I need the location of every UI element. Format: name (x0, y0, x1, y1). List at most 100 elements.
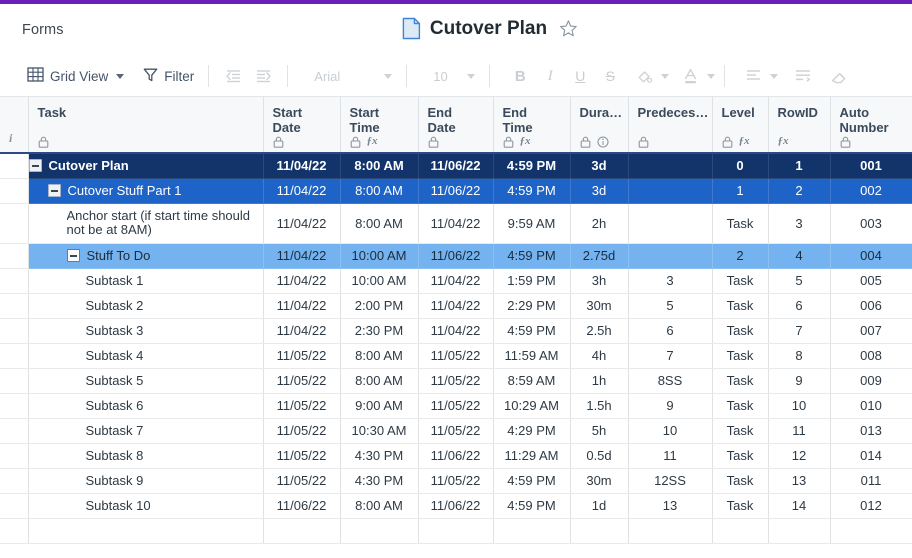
table-row[interactable]: Subtask 9 11/05/22 4:30 PM 11/05/22 4:59 PM 3… (0, 468, 912, 494)
table-row[interactable]: Stuff To Do 11/04/22 10:00 AM 11/06/22 4:59 … (0, 243, 912, 269)
text-color-group[interactable] (675, 62, 716, 90)
table-row[interactable]: Subtask 3 11/04/22 2:30 PM 11/04/22 4:59 PM 2… (0, 318, 912, 344)
cell-start-date[interactable] (263, 518, 341, 544)
cell-duration[interactable]: 1d (570, 493, 629, 519)
table-row[interactable]: Subtask 5 11/05/22 8:00 AM 11/05/22 8:59 AM 1… (0, 368, 912, 394)
cell-start-time[interactable]: 4:30 PM (340, 443, 419, 469)
cell-level[interactable]: Task (712, 318, 769, 344)
cell-rowid[interactable]: 4 (768, 243, 831, 269)
cell-task[interactable]: Anchor start (if start time should not b… (28, 203, 264, 244)
cell-start-time[interactable]: 8:00 AM (340, 368, 419, 394)
chevron-down-icon[interactable] (116, 73, 125, 79)
row-gutter-cell[interactable] (0, 518, 29, 544)
table-row[interactable]: Subtask 6 11/05/22 9:00 AM 11/05/22 10:29 AM… (0, 393, 912, 419)
cell-level[interactable]: Task (712, 493, 769, 519)
cell-end-date[interactable]: 11/05/22 (418, 368, 494, 394)
cell-end-date[interactable]: 11/05/22 (418, 468, 494, 494)
cell-start-time[interactable]: 8:00 AM (340, 153, 419, 179)
row-gutter-cell[interactable] (0, 368, 29, 394)
cell-duration[interactable]: 2.5h (570, 318, 629, 344)
cell-level[interactable]: Task (712, 443, 769, 469)
table-row[interactable]: Subtask 1 11/04/22 10:00 AM 11/04/22 1:59 PM… (0, 268, 912, 294)
row-gutter-cell[interactable] (0, 153, 29, 179)
cell-start-date[interactable]: 11/05/22 (263, 368, 341, 394)
cell-start-date[interactable]: 11/05/22 (263, 393, 341, 419)
table-row[interactable]: Anchor start (if start time should not b… (0, 203, 912, 244)
cell-task[interactable]: Subtask 2 (28, 293, 264, 319)
row-gutter-cell[interactable] (0, 468, 29, 494)
cell-end-time[interactable]: 4:59 PM (493, 178, 571, 204)
row-gutter-cell[interactable] (0, 418, 29, 444)
cell-level[interactable]: Task (712, 393, 769, 419)
cell-end-time[interactable]: 8:59 AM (493, 368, 571, 394)
cell-start-time[interactable]: 8:00 AM (340, 203, 419, 244)
row-gutter-cell[interactable] (0, 443, 29, 469)
cell-end-time[interactable]: 11:29 AM (493, 443, 571, 469)
cell-predecessors[interactable]: 8SS (628, 368, 713, 394)
table-row[interactable]: Subtask 7 11/05/22 10:30 AM 11/05/22 4:29 PM… (0, 418, 912, 444)
cell-predecessors[interactable] (628, 153, 713, 179)
cell-start-time[interactable]: 2:30 PM (340, 318, 419, 344)
cell-level[interactable]: 0 (712, 153, 769, 179)
chevron-down-icon[interactable] (467, 73, 476, 79)
column-header-start-time[interactable]: Start Time ƒx (340, 97, 419, 154)
cell-duration[interactable]: 3d (570, 178, 629, 204)
column-header-rowid[interactable]: RowID ƒx (768, 97, 831, 154)
cell-level[interactable]: Task (712, 468, 769, 494)
cell-predecessors[interactable] (628, 243, 713, 269)
cell-end-date[interactable]: 11/05/22 (418, 418, 494, 444)
cell-rowid[interactable]: 7 (768, 318, 831, 344)
cell-end-date[interactable]: 11/04/22 (418, 293, 494, 319)
column-header-end-date[interactable]: End Date (418, 97, 494, 154)
cell-end-date[interactable]: 11/05/22 (418, 393, 494, 419)
chevron-down-icon[interactable] (661, 73, 670, 79)
column-header-predeces[interactable]: Predeces… (628, 97, 713, 154)
cell-level[interactable]: Task (712, 418, 769, 444)
cell-auto-number[interactable]: 002 (830, 178, 912, 204)
cell-end-time[interactable]: 4:59 PM (493, 153, 571, 179)
cell-task[interactable]: Subtask 10 (28, 493, 264, 519)
cell-auto-number[interactable]: 011 (830, 468, 912, 494)
cell-predecessors[interactable] (628, 178, 713, 204)
cell-duration[interactable]: 3d (570, 153, 629, 179)
cell-predecessors[interactable]: 12SS (628, 468, 713, 494)
cell-predecessors[interactable] (628, 518, 713, 544)
empty-row[interactable] (0, 518, 912, 544)
row-gutter-cell[interactable] (0, 293, 29, 319)
row-gutter-cell[interactable] (0, 318, 29, 344)
table-row[interactable]: Cutover Plan 11/04/22 8:00 AM 11/06/22 4:59 … (0, 153, 912, 179)
cell-duration[interactable]: 1.5h (570, 393, 629, 419)
cell-end-time[interactable]: 4:59 PM (493, 318, 571, 344)
cell-auto-number[interactable]: 006 (830, 293, 912, 319)
table-row[interactable]: Cutover Stuff Part 1 11/04/22 8:00 AM 11/06… (0, 178, 912, 204)
cell-predecessors[interactable] (628, 203, 713, 244)
cell-start-time[interactable]: 10:00 AM (340, 268, 419, 294)
cell-predecessors[interactable]: 5 (628, 293, 713, 319)
cell-predecessors[interactable]: 3 (628, 268, 713, 294)
cell-rowid[interactable]: 1 (768, 153, 831, 179)
column-header-dura[interactable]: Dura… (570, 97, 629, 154)
cell-level[interactable]: Task (712, 293, 769, 319)
chevron-down-icon[interactable] (707, 73, 716, 79)
cell-duration[interactable]: 3h (570, 268, 629, 294)
cell-auto-number[interactable]: 010 (830, 393, 912, 419)
cell-start-date[interactable]: 11/05/22 (263, 468, 341, 494)
font-size-select[interactable]: 10 (428, 62, 480, 90)
cell-duration[interactable]: 1h (570, 368, 629, 394)
breadcrumb-forms[interactable]: Forms (22, 22, 64, 38)
cell-auto-number[interactable] (830, 518, 912, 544)
chevron-down-icon[interactable] (384, 73, 393, 79)
cell-rowid[interactable]: 6 (768, 293, 831, 319)
cell-start-time[interactable]: 8:00 AM (340, 343, 419, 369)
cell-auto-number[interactable]: 009 (830, 368, 912, 394)
star-outline-icon[interactable] (559, 19, 578, 38)
table-row[interactable]: Subtask 8 11/05/22 4:30 PM 11/06/22 11:29 AM… (0, 443, 912, 469)
cell-task[interactable]: Subtask 7 (28, 418, 264, 444)
cell-rowid[interactable]: 11 (768, 418, 831, 444)
row-gutter-cell[interactable] (0, 243, 29, 269)
cell-end-date[interactable]: 11/06/22 (418, 443, 494, 469)
cell-predecessors[interactable]: 9 (628, 393, 713, 419)
cell-end-date[interactable]: 11/04/22 (418, 268, 494, 294)
cell-end-date[interactable]: 11/04/22 (418, 203, 494, 244)
cell-end-time[interactable]: 4:59 PM (493, 243, 571, 269)
